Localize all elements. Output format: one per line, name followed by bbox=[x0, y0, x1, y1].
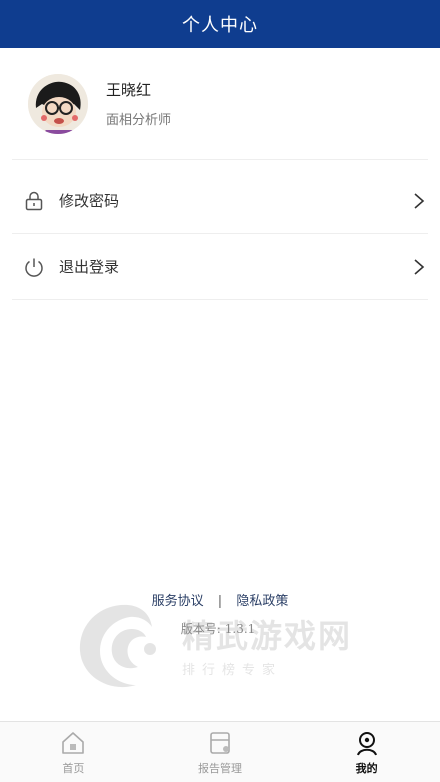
profile-info: 王晓红 面相分析师 bbox=[106, 79, 171, 128]
report-icon bbox=[210, 731, 230, 754]
tab-home[interactable]: 首页 bbox=[0, 722, 147, 782]
watermark-logo bbox=[79, 604, 156, 688]
change-password-label: 修改密码 bbox=[59, 192, 120, 210]
page-title: 个人中心 bbox=[182, 15, 258, 36]
tab-reports[interactable]: 报告管理 bbox=[147, 722, 294, 782]
tab-profile[interactable]: 我的 bbox=[293, 722, 440, 782]
profile-card[interactable]: 王晓红 面相分析师 bbox=[12, 48, 428, 160]
watermark-subtext: 排行榜专家 bbox=[182, 663, 283, 678]
version-info: 版本号: 1.3.1 bbox=[0, 620, 440, 637]
lock-icon bbox=[22, 189, 46, 213]
footer-separator: | bbox=[217, 594, 223, 609]
power-icon bbox=[22, 255, 46, 279]
logout-label: 退出登录 bbox=[59, 258, 120, 276]
footer-links: 服务协议 | 隐私政策 bbox=[0, 590, 440, 609]
version-value: 1.3.1 bbox=[224, 622, 256, 636]
user-role: 面相分析师 bbox=[106, 113, 172, 128]
chevron-right-icon bbox=[414, 258, 425, 275]
chevron-right-icon bbox=[414, 192, 425, 209]
app-header: 个人中心 bbox=[0, 0, 440, 48]
privacy-policy-link[interactable]: 隐私政策 bbox=[236, 590, 288, 609]
version-label: 版本号: bbox=[180, 622, 221, 636]
bottom-tab-bar: 首页 报告管理 我的 bbox=[0, 721, 440, 782]
home-icon bbox=[62, 731, 85, 754]
profile-icon bbox=[356, 731, 377, 755]
tab-home-label: 首页 bbox=[62, 761, 85, 775]
watermark: 精武游戏网 排行榜专家 bbox=[70, 597, 420, 697]
avatar[interactable] bbox=[28, 73, 88, 134]
user-name: 王晓红 bbox=[106, 81, 152, 99]
tab-profile-label: 我的 bbox=[355, 761, 378, 775]
tab-reports-label: 报告管理 bbox=[198, 761, 242, 775]
service-agreement-link[interactable]: 服务协议 bbox=[152, 590, 204, 609]
change-password-item[interactable]: 修改密码 bbox=[12, 168, 428, 234]
logout-item[interactable]: 退出登录 bbox=[12, 234, 428, 300]
